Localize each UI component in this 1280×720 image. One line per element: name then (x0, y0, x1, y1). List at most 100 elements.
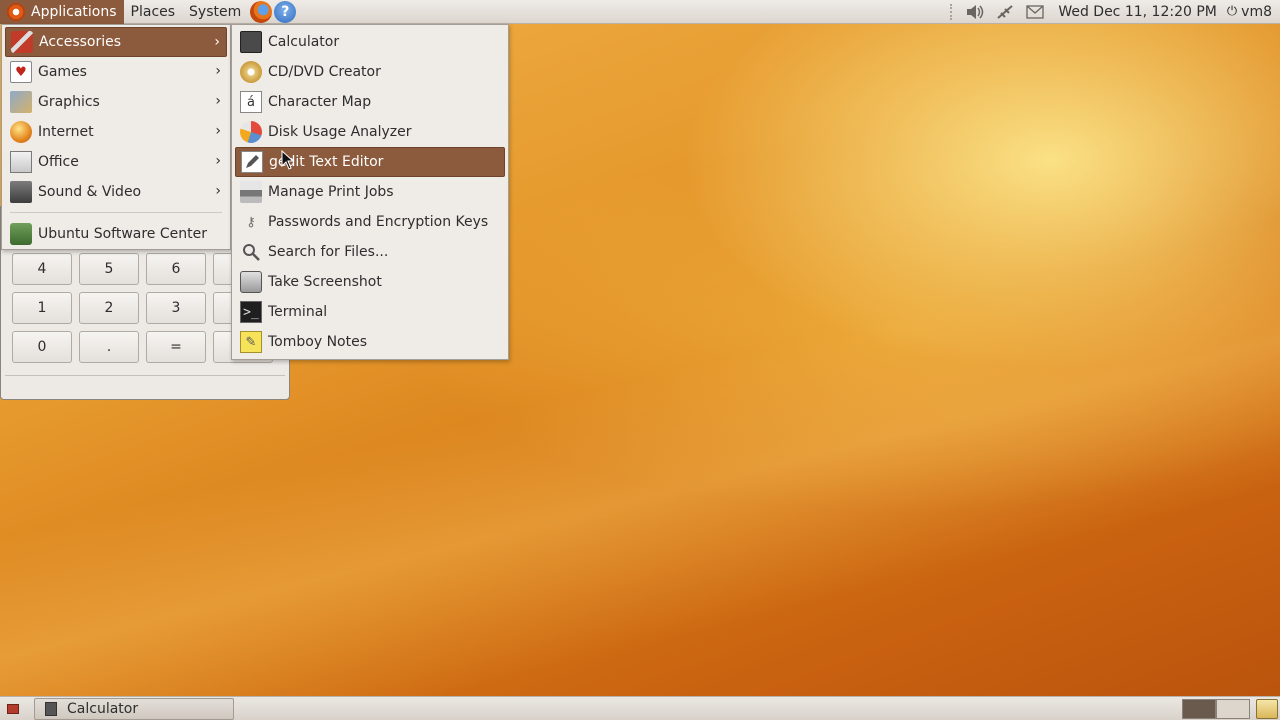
menu-item-label: Sound & Video (38, 184, 142, 200)
mail-indicator-icon[interactable] (1024, 2, 1046, 22)
menu-item-character-map[interactable]: á Character Map (235, 87, 505, 117)
calc-button-6[interactable]: 6 (146, 253, 206, 285)
menu-item-search-for-files[interactable]: Search for Files... (235, 237, 505, 267)
applications-menu-button[interactable]: Applications (0, 0, 124, 24)
calc-button-decimal[interactable]: . (79, 331, 139, 363)
menu-item-label: Passwords and Encryption Keys (268, 214, 489, 230)
top-panel: Applications Places System ? Wed Dec 11,… (0, 0, 1280, 24)
trash-icon[interactable] (1256, 698, 1278, 719)
menu-item-manage-print-jobs[interactable]: Manage Print Jobs (235, 177, 505, 207)
menu-item-disk-usage-analyzer[interactable]: Disk Usage Analyzer (235, 117, 505, 147)
system-menu-button[interactable]: System (182, 0, 248, 24)
calc-button-4[interactable]: 4 (12, 253, 72, 285)
menu-item-software-center[interactable]: Ubuntu Software Center (5, 219, 227, 249)
menu-item-label: Ubuntu Software Center (38, 226, 207, 242)
bottom-panel: Calculator (0, 696, 1280, 720)
clock[interactable]: Wed Dec 11, 12:20 PM (1050, 4, 1227, 20)
workspace-switcher (1182, 698, 1280, 720)
menu-item-calculator[interactable]: Calculator (235, 27, 505, 57)
menu-item-gedit-text-editor[interactable]: gedit Text Editor (235, 147, 505, 177)
text-editor-icon (241, 151, 263, 173)
calc-button-5[interactable]: 5 (79, 253, 139, 285)
chevron-right-icon: › (215, 153, 221, 169)
chevron-right-icon: › (215, 93, 221, 109)
menu-item-label: Office (38, 154, 79, 170)
menu-item-label: CD/DVD Creator (268, 64, 381, 80)
menu-item-accessories[interactable]: Accessories › (5, 27, 227, 57)
menu-item-graphics[interactable]: Graphics › (5, 87, 227, 117)
menu-item-label: Accessories (39, 34, 122, 50)
calc-button-3[interactable]: 3 (146, 292, 206, 324)
menu-item-label: Tomboy Notes (268, 334, 367, 350)
terminal-icon: >_ (240, 301, 262, 323)
disk-usage-icon (240, 121, 262, 143)
firefox-launcher-icon[interactable] (250, 0, 273, 23)
menu-item-passwords-keys[interactable]: ⚷ Passwords and Encryption Keys (235, 207, 505, 237)
chevron-right-icon: › (215, 183, 221, 199)
accessories-icon (11, 31, 33, 53)
software-center-icon (10, 223, 32, 245)
menu-item-internet[interactable]: Internet › (5, 117, 227, 147)
screenshot-icon (240, 271, 262, 293)
applications-label: Applications (31, 3, 117, 20)
calc-button-0[interactable]: 0 (12, 331, 72, 363)
calc-button-1[interactable]: 1 (12, 292, 72, 324)
show-desktop-button[interactable] (2, 699, 24, 719)
sound-video-icon (10, 181, 32, 203)
chevron-right-icon: › (215, 63, 221, 79)
menu-item-label: Internet (38, 124, 94, 140)
taskbar-item-label: Calculator (67, 700, 139, 717)
menu-item-take-screenshot[interactable]: Take Screenshot (235, 267, 505, 297)
menu-item-label: Calculator (268, 34, 340, 50)
panel-grip (950, 3, 954, 20)
chevron-right-icon: › (215, 123, 221, 139)
menu-separator (10, 212, 222, 213)
menu-item-label: Graphics (38, 94, 100, 110)
games-icon: ♥ (10, 61, 32, 83)
calculator-icon (45, 701, 57, 716)
taskbar-item-calculator[interactable]: Calculator (34, 697, 234, 720)
cd-dvd-icon (240, 61, 262, 83)
applications-menu: Accessories › ♥ Games › Graphics › Inter… (1, 24, 231, 250)
office-icon (10, 151, 32, 173)
printer-icon (240, 181, 262, 203)
tomboy-icon: ✎ (240, 331, 262, 353)
username-label: vm8 (1241, 3, 1272, 20)
network-icon[interactable] (994, 2, 1016, 22)
menu-item-terminal[interactable]: >_ Terminal (235, 297, 505, 327)
menu-item-cd-dvd-creator[interactable]: CD/DVD Creator (235, 57, 505, 87)
places-label: Places (130, 3, 176, 20)
show-desktop-icon (7, 703, 19, 714)
character-map-icon: á (240, 91, 262, 113)
menu-item-games[interactable]: ♥ Games › (5, 57, 227, 87)
keys-icon: ⚷ (246, 214, 256, 230)
menu-item-label: Search for Files... (268, 244, 389, 260)
ubuntu-logo-icon (7, 2, 25, 21)
system-label: System (189, 3, 242, 20)
menu-item-sound-video[interactable]: Sound & Video › (5, 177, 227, 207)
menu-item-office[interactable]: Office › (5, 147, 227, 177)
help-launcher-icon[interactable]: ? (274, 0, 297, 23)
calc-button-2[interactable]: 2 (79, 292, 139, 324)
calculator-icon (240, 31, 262, 53)
menu-item-label: Disk Usage Analyzer (268, 124, 412, 140)
workspace-2[interactable] (1216, 698, 1250, 719)
volume-icon[interactable] (964, 2, 986, 22)
panel-tray: Wed Dec 11, 12:20 PM ⏻ vm8 (950, 0, 1280, 24)
menu-item-label: Character Map (268, 94, 372, 110)
menu-item-label: Games (38, 64, 87, 80)
user-session-menu[interactable]: ⏻ vm8 (1227, 4, 1280, 20)
power-icon: ⏻ (1226, 4, 1238, 19)
places-menu-button[interactable]: Places (124, 0, 183, 24)
workspace-1[interactable] (1182, 698, 1216, 719)
menu-item-label: Terminal (268, 304, 328, 320)
calculator-statusbar (5, 375, 285, 376)
internet-icon (10, 121, 32, 143)
menu-item-tomboy-notes[interactable]: ✎ Tomboy Notes (235, 327, 505, 357)
calc-button-equals[interactable]: = (146, 331, 206, 363)
graphics-icon (10, 91, 32, 113)
menu-item-label: Take Screenshot (268, 274, 382, 290)
mouse-cursor-icon (281, 150, 295, 170)
accessories-submenu: Calculator CD/DVD Creator á Character Ma… (231, 24, 509, 360)
chevron-right-icon: › (214, 34, 220, 50)
